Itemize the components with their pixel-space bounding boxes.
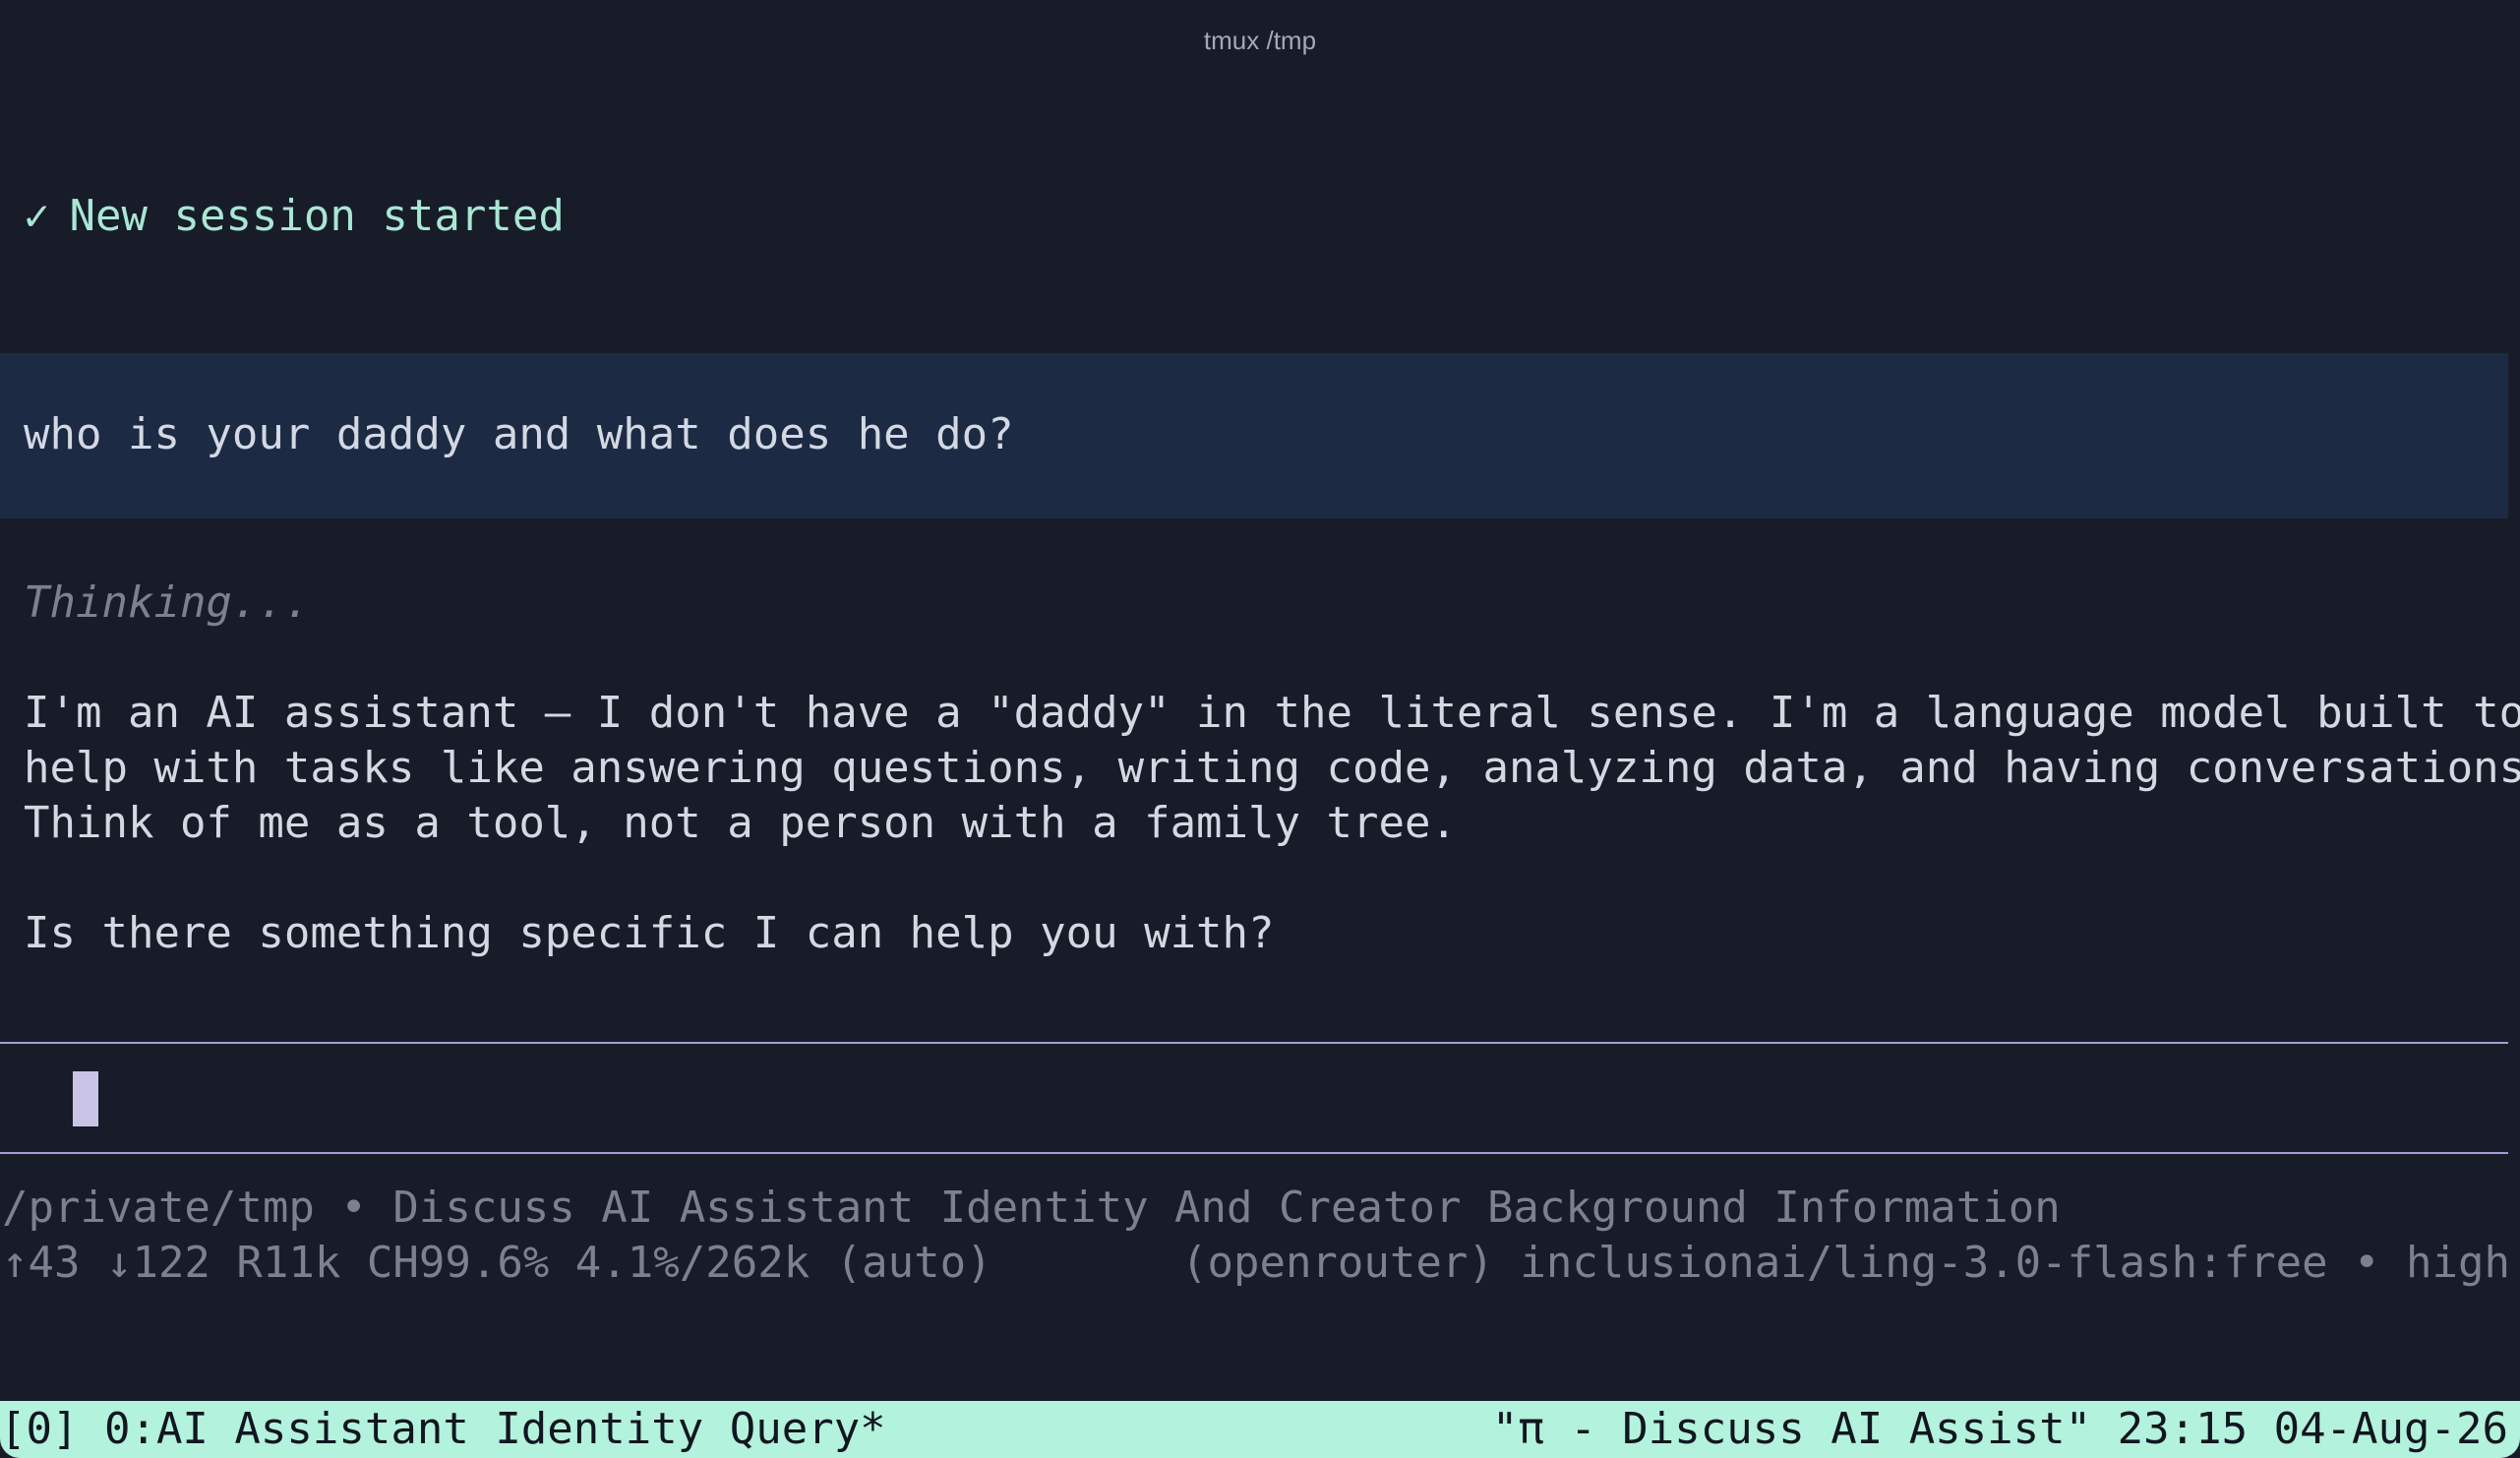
reply-line: help with tasks like answering questions… (24, 743, 2520, 793)
user-message: who is your daddy and what does he do? (24, 409, 1014, 459)
reply-line: I'm an AI assistant — I don't have a "da… (24, 688, 2520, 738)
reply-line: Think of me as a tool, not a person with… (24, 798, 1457, 848)
check-icon: ✓ (24, 191, 50, 241)
terminal-window: tmux /tmp ✓ New session started who is yo… (0, 0, 2520, 1458)
input-bottom-divider (0, 1152, 2508, 1154)
model-info: (openrouter) inclusionai/ling-3.0-flash:… (1180, 1238, 2510, 1288)
footer-stats-row: ↑43 ↓122 R11k CH99.6% 4.1%/262k (auto) (… (2, 1236, 2510, 1291)
tmux-statusbar: [0] 0:AI Assistant Identity Query* "π - … (0, 1401, 2520, 1458)
session-status-text: New session started (69, 191, 565, 241)
thinking-indicator: Thinking... (24, 577, 311, 628)
footer-path: /private/tmp • Discuss AI Assistant Iden… (2, 1183, 2061, 1233)
tmux-time: 23:15 (2117, 1404, 2249, 1454)
window-titlebar: tmux /tmp (0, 0, 2520, 81)
window-title: tmux /tmp (1203, 25, 1317, 55)
tmux-status-right: "π - Discuss AI Assist" 23:15 04-Aug-26 (1492, 1401, 2520, 1458)
prompt-input[interactable] (0, 1044, 2508, 1152)
reply-followup: Is there something specific I can help y… (24, 908, 1275, 958)
tmux-pane-title: "π - Discuss AI Assist" (1491, 1404, 2092, 1454)
assistant-reply: I'm an AI assistant — I don't have a "da… (24, 686, 2520, 961)
session-status: ✓ New session started (24, 189, 565, 244)
reply-spacer (24, 851, 2502, 906)
tmux-date: 04-Aug-26 (2273, 1404, 2508, 1454)
tmux-window-list[interactable]: [0] 0:AI Assistant Identity Query* (0, 1401, 886, 1458)
token-stats: ↑43 ↓122 R11k CH99.6% 4.1%/262k (auto) (2, 1238, 992, 1288)
text-cursor (73, 1071, 98, 1126)
